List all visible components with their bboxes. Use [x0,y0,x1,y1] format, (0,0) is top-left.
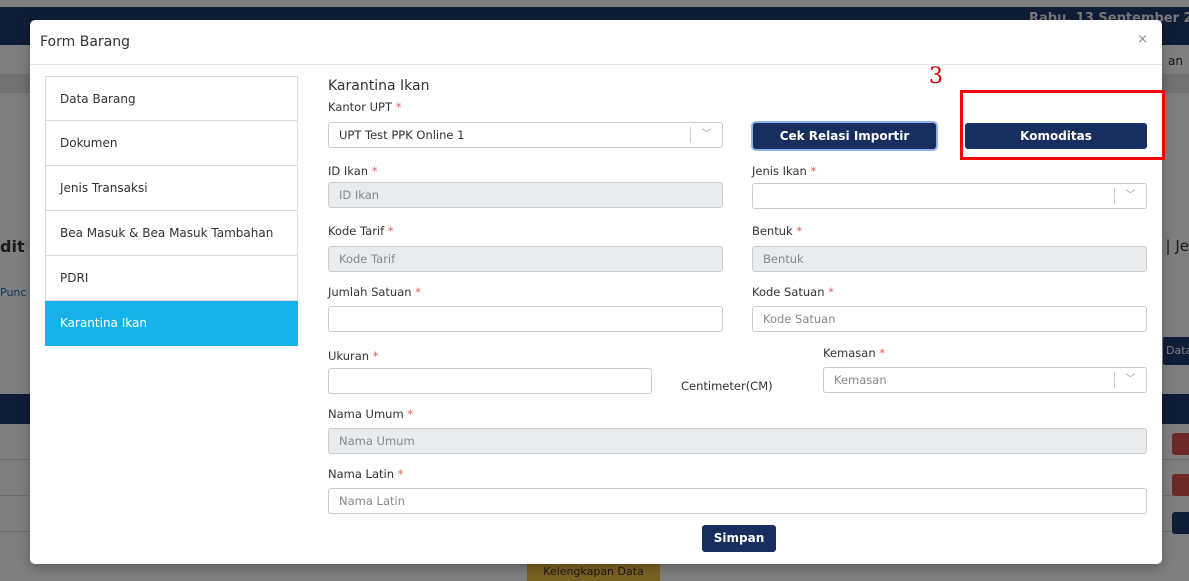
sidenav-item-data-barang[interactable]: Data Barang [45,76,298,121]
nama-umum-input[interactable]: Nama Umum [328,428,1147,454]
nama-latin-input[interactable]: Nama Latin [328,488,1147,514]
sidenav-item-dokumen[interactable]: Dokumen [45,121,298,166]
chevron-down-icon: ﹀ [1114,188,1146,204]
section-title: Karantina Ikan [328,78,430,94]
kode-satuan-input[interactable]: Kode Satuan [752,306,1147,332]
kantor-upt-value: UPT Test PPK Online 1 [339,128,465,142]
kode-satuan-label: Kode Satuan * [752,285,834,299]
id-ikan-input[interactable]: ID Ikan [328,182,723,208]
kantor-upt-label: Kantor UPT * [328,100,402,114]
jenis-ikan-select[interactable]: ﹀ [752,183,1147,209]
jenis-ikan-label: Jenis Ikan * [752,164,817,178]
id-ikan-label: ID Ikan * [328,164,378,178]
kode-tarif-input[interactable]: Kode Tarif [328,246,723,272]
close-icon[interactable]: × [1137,32,1148,47]
ukuran-label: Ukuran * [328,349,379,363]
annotation-number: 3 [929,64,943,89]
kemasan-placeholder: Kemasan [834,373,887,387]
simpan-button[interactable]: Simpan [702,525,776,552]
jumlah-satuan-input[interactable] [328,306,723,332]
modal-title: Form Barang [40,34,130,50]
kantor-upt-select[interactable]: UPT Test PPK Online 1 ﹀ [328,122,723,148]
ukuran-input[interactable] [328,368,652,394]
sidenav-item-pdri[interactable]: PDRI [45,256,298,301]
kemasan-select[interactable]: Kemasan ﹀ [823,367,1147,393]
ukuran-unit: Centimeter(CM) [681,379,773,393]
sidenav-item-bea-masuk[interactable]: Bea Masuk & Bea Masuk Tambahan [45,211,298,256]
nama-latin-label: Nama Latin * [328,467,404,481]
jumlah-satuan-label: Jumlah Satuan * [328,285,421,299]
chevron-down-icon: ﹀ [690,127,722,143]
form-sidenav: Data Barang Dokumen Jenis Transaksi Bea … [45,76,298,346]
nama-umum-label: Nama Umum * [328,407,414,421]
bentuk-label: Bentuk * [752,224,803,238]
chevron-down-icon: ﹀ [1114,372,1146,388]
bentuk-input[interactable]: Bentuk [752,246,1147,272]
annotation-highlight-box [960,90,1165,160]
sidenav-item-karantina-ikan[interactable]: Karantina Ikan [45,301,298,346]
modal-header: Form Barang × [30,20,1162,65]
kode-tarif-label: Kode Tarif * [328,224,394,238]
cek-relasi-importir-button[interactable]: Cek Relasi Importir [753,123,936,149]
kemasan-label: Kemasan * [823,346,886,360]
sidenav-item-jenis-transaksi[interactable]: Jenis Transaksi [45,166,298,211]
